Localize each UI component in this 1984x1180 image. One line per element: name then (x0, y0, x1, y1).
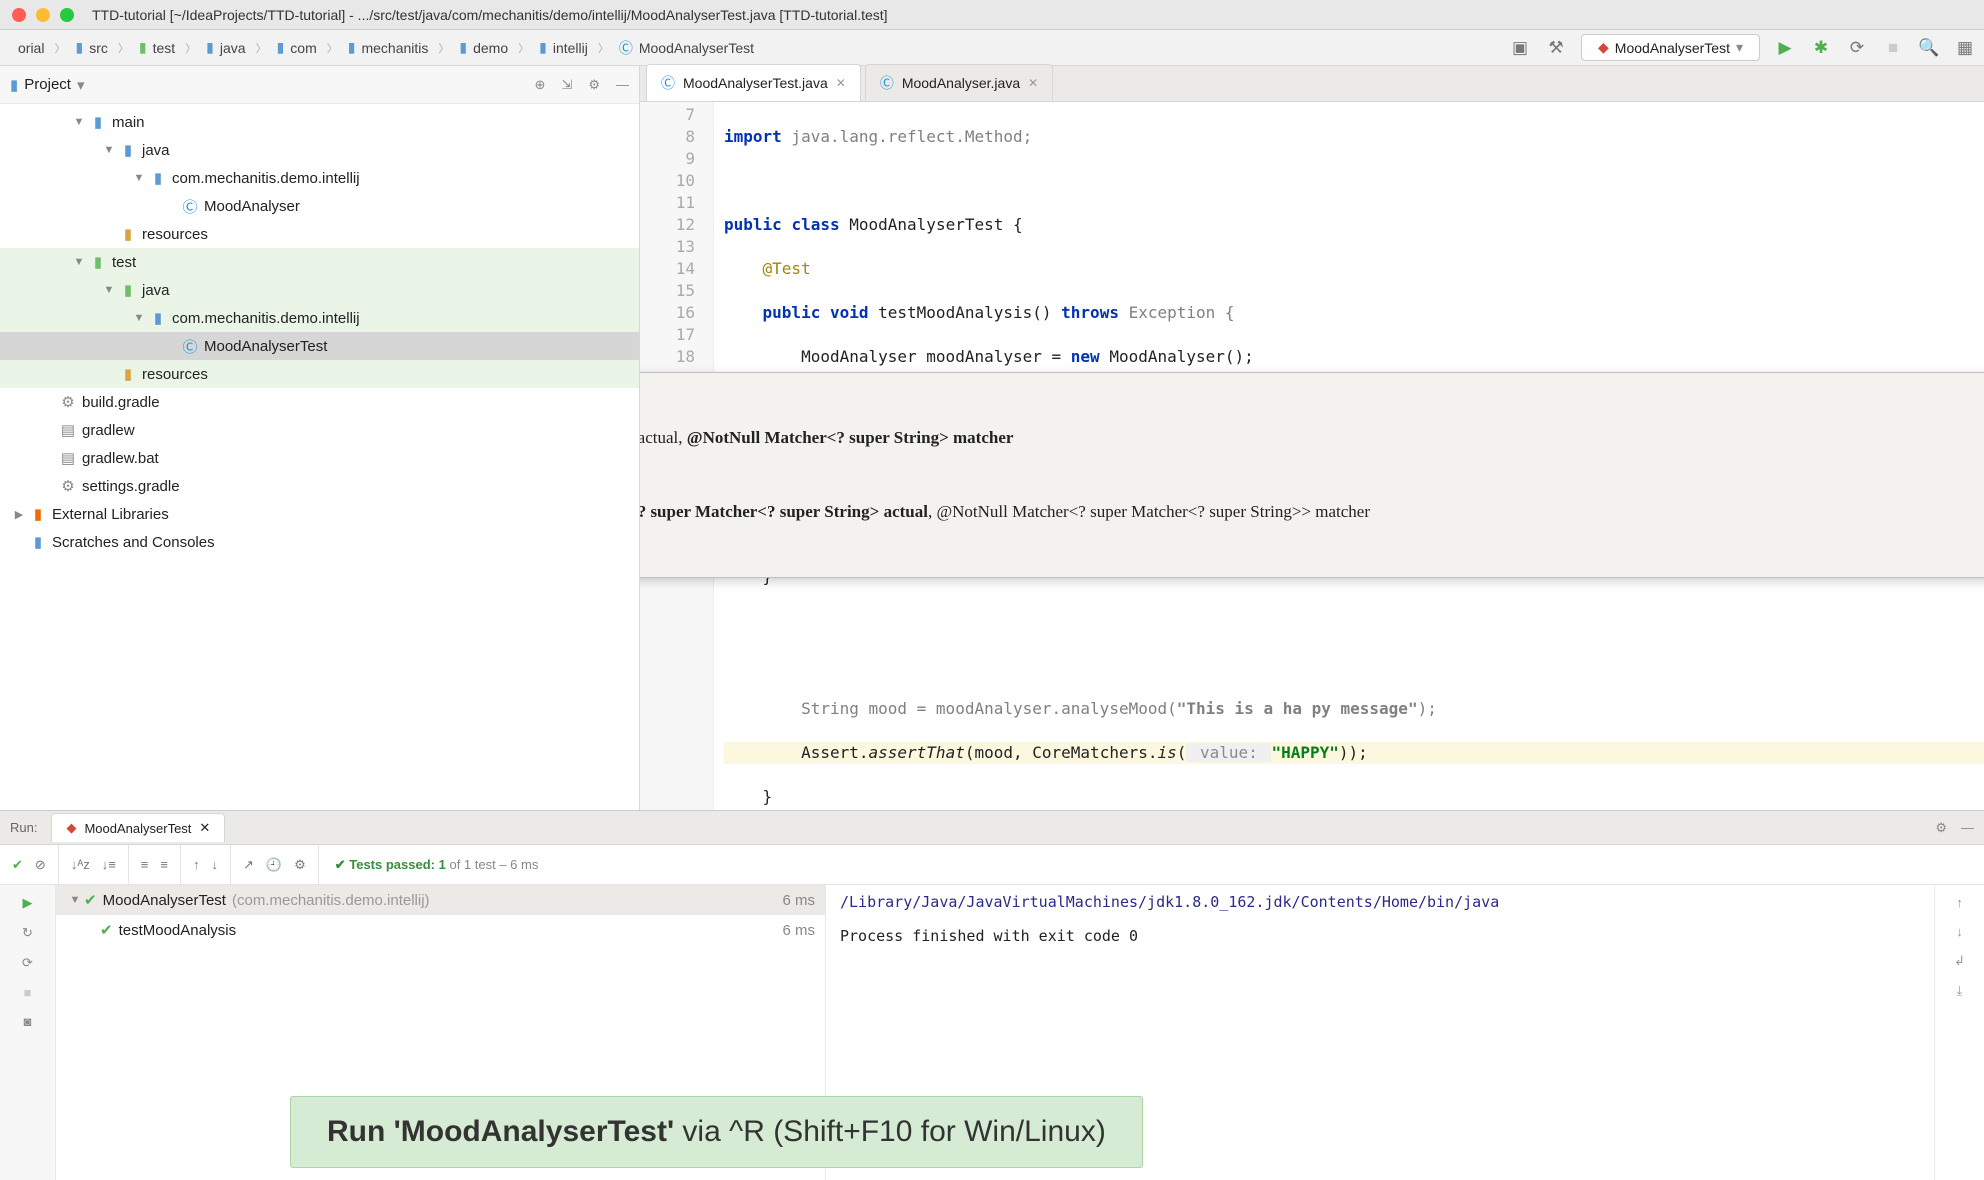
search-icon[interactable]: 🔍 (1918, 37, 1940, 59)
gear-icon[interactable]: ⚙ (588, 77, 600, 93)
coverage-button[interactable]: ⟳ (1846, 37, 1868, 59)
breadcrumb-item[interactable]: ▮java (196, 39, 255, 56)
run-toolbar: ✔⊘ ↓ᴬᴢ↓≡ ≡≡ ↑↓ ↗🕘⚙ ✔ Tests passed: 1 of … (0, 845, 1984, 885)
breadcrumb-item[interactable]: ▮demo (449, 39, 518, 56)
up-icon[interactable]: ↑ (193, 857, 200, 872)
debug-button[interactable]: ✱ (1810, 37, 1832, 59)
tree-file-gradlewbat[interactable]: gradlew.bat (82, 450, 159, 467)
tree-folder-resources[interactable]: resources (142, 366, 208, 383)
tree-scratches[interactable]: Scratches and Consoles (52, 534, 215, 551)
run-config-selector[interactable]: ◆ MoodAnalyserTest ▾ (1581, 34, 1760, 61)
build-icon[interactable]: ▣ (1509, 37, 1531, 59)
tree-file-settingsgradle[interactable]: settings.gradle (82, 478, 180, 495)
hammer-icon[interactable]: ⚒ (1545, 37, 1567, 59)
scroll-end-icon[interactable]: ⤓ (1957, 983, 1963, 999)
tree-class-moodanalysertest[interactable]: MoodAnalyserTest (204, 338, 327, 355)
tree-folder-java[interactable]: java (142, 142, 170, 159)
expand-icon[interactable]: ≡ (141, 857, 149, 872)
navigation-bar: orial〉 ▮src〉 ▮test〉 ▮java〉 ▮com〉 ▮mechan… (0, 30, 1984, 66)
stop-icon[interactable]: ■ (24, 985, 32, 1000)
breadcrumb-item[interactable]: orial (8, 40, 54, 56)
down-icon[interactable]: ↓ (211, 857, 218, 872)
console-side-toolbar: ↑ ↓ ↲ ⤓ (1934, 885, 1984, 1180)
project-tool-window: ▮ Project ▾ ⊕ ⇲ ⚙ — ▼▮main ▼▮java ▼▮com.… (0, 66, 640, 810)
close-tab-icon[interactable]: ✕ (1028, 76, 1038, 90)
collapse-icon[interactable]: ⇲ (561, 77, 572, 93)
collapse-icon[interactable]: ≡ (160, 857, 168, 872)
breadcrumb-item[interactable]: ▮src (65, 39, 117, 56)
sort-icon[interactable]: ↓≡ (102, 857, 116, 872)
tree-class-moodanalyser[interactable]: MoodAnalyser (204, 198, 300, 215)
export-icon[interactable]: ↗ (243, 857, 254, 873)
window-title: TTD-tutorial [~/IdeaProjects/TTD-tutoria… (92, 7, 888, 23)
down-icon[interactable]: ↓ (1956, 924, 1963, 939)
minimize-window-button[interactable] (36, 8, 50, 22)
toggle-icon[interactable]: ⟳ (22, 955, 33, 971)
test-status: Tests passed: 1 (349, 857, 446, 872)
project-tree[interactable]: ▼▮main ▼▮java ▼▮com.mechanitis.demo.inte… (0, 104, 639, 810)
sort-icon[interactable]: ↓ᴬᴢ (71, 857, 90, 872)
tree-package[interactable]: com.mechanitis.demo.intellij (172, 310, 360, 327)
run-button[interactable]: ▶ (1774, 37, 1796, 59)
target-icon[interactable]: ⊕ (535, 77, 546, 93)
tree-folder-resources[interactable]: resources (142, 226, 208, 243)
run-tab[interactable]: ◆MoodAnalyserTest✕ (51, 813, 225, 842)
titlebar: TTD-tutorial [~/IdeaProjects/TTD-tutoria… (0, 0, 1984, 30)
tree-file-gradlew[interactable]: gradlew (82, 422, 135, 439)
breadcrumb-item[interactable]: ▮test (129, 39, 185, 56)
tab-moodanalysertest[interactable]: ⒸMoodAnalyserTest.java✕ (646, 64, 861, 101)
history-icon[interactable]: 🕘 (266, 857, 282, 873)
cancel-icon[interactable]: ⊘ (35, 857, 46, 873)
gear-icon[interactable]: ⚙ (294, 857, 306, 873)
breadcrumb-item[interactable]: ▮mechanitis (338, 39, 439, 56)
camera-icon[interactable]: ◙ (24, 1014, 32, 1029)
code-editor[interactable]: 789101112131415161718222324252627 import… (640, 102, 1984, 810)
up-icon[interactable]: ↑ (1956, 895, 1963, 910)
check-icon: ✔ (335, 857, 350, 872)
gear-icon[interactable]: ⚙ (1935, 820, 1947, 836)
project-panel-title[interactable]: ▮ Project ▾ (10, 76, 84, 94)
code-content[interactable]: import java.lang.reflect.Method; public … (714, 102, 1984, 810)
maximize-window-button[interactable] (60, 8, 74, 22)
hide-icon[interactable]: — (616, 77, 629, 93)
hide-icon[interactable]: — (1961, 820, 1974, 836)
tree-folder-java[interactable]: java (142, 282, 170, 299)
editor-area: ⒸMoodAnalyserTest.java✕ ⒸMoodAnalyser.ja… (640, 66, 1984, 810)
parameter-info-popup: ? super String actual, @NotNull Matcher<… (640, 372, 1984, 578)
close-window-button[interactable] (12, 8, 26, 22)
tree-file-buildgradle[interactable]: build.gradle (82, 394, 160, 411)
stop-button[interactable]: ■ (1882, 37, 1904, 59)
check-icon[interactable]: ✔ (12, 857, 23, 873)
settings-icon[interactable]: ▦ (1954, 37, 1976, 59)
tree-external-libraries[interactable]: External Libraries (52, 506, 169, 523)
tree-folder-test[interactable]: test (112, 254, 136, 271)
run-label: Run: (10, 820, 37, 835)
toggle-icon[interactable]: ↻ (22, 925, 33, 941)
tab-moodanalyser[interactable]: ⒸMoodAnalyser.java✕ (865, 64, 1053, 101)
rerun-icon[interactable]: ▶ (23, 895, 33, 911)
tree-package[interactable]: com.mechanitis.demo.intellij (172, 170, 360, 187)
tree-folder-main[interactable]: main (112, 114, 145, 131)
wrap-icon[interactable]: ↲ (1954, 953, 1965, 969)
tip-banner: Run 'MoodAnalyserTest' via ^R (Shift+F10… (290, 1096, 1143, 1168)
editor-tabs: ⒸMoodAnalyserTest.java✕ ⒸMoodAnalyser.ja… (640, 66, 1984, 102)
breadcrumb-item[interactable]: ▮intellij (529, 39, 598, 56)
run-side-toolbar: ▶ ↻ ⟳ ■ ◙ (0, 885, 56, 1180)
close-tab-icon[interactable]: ✕ (199, 820, 210, 836)
breadcrumb-item[interactable]: ⒸMoodAnalyserTest (609, 38, 764, 58)
breadcrumb-item[interactable]: ▮com (267, 39, 327, 56)
close-tab-icon[interactable]: ✕ (836, 76, 846, 90)
